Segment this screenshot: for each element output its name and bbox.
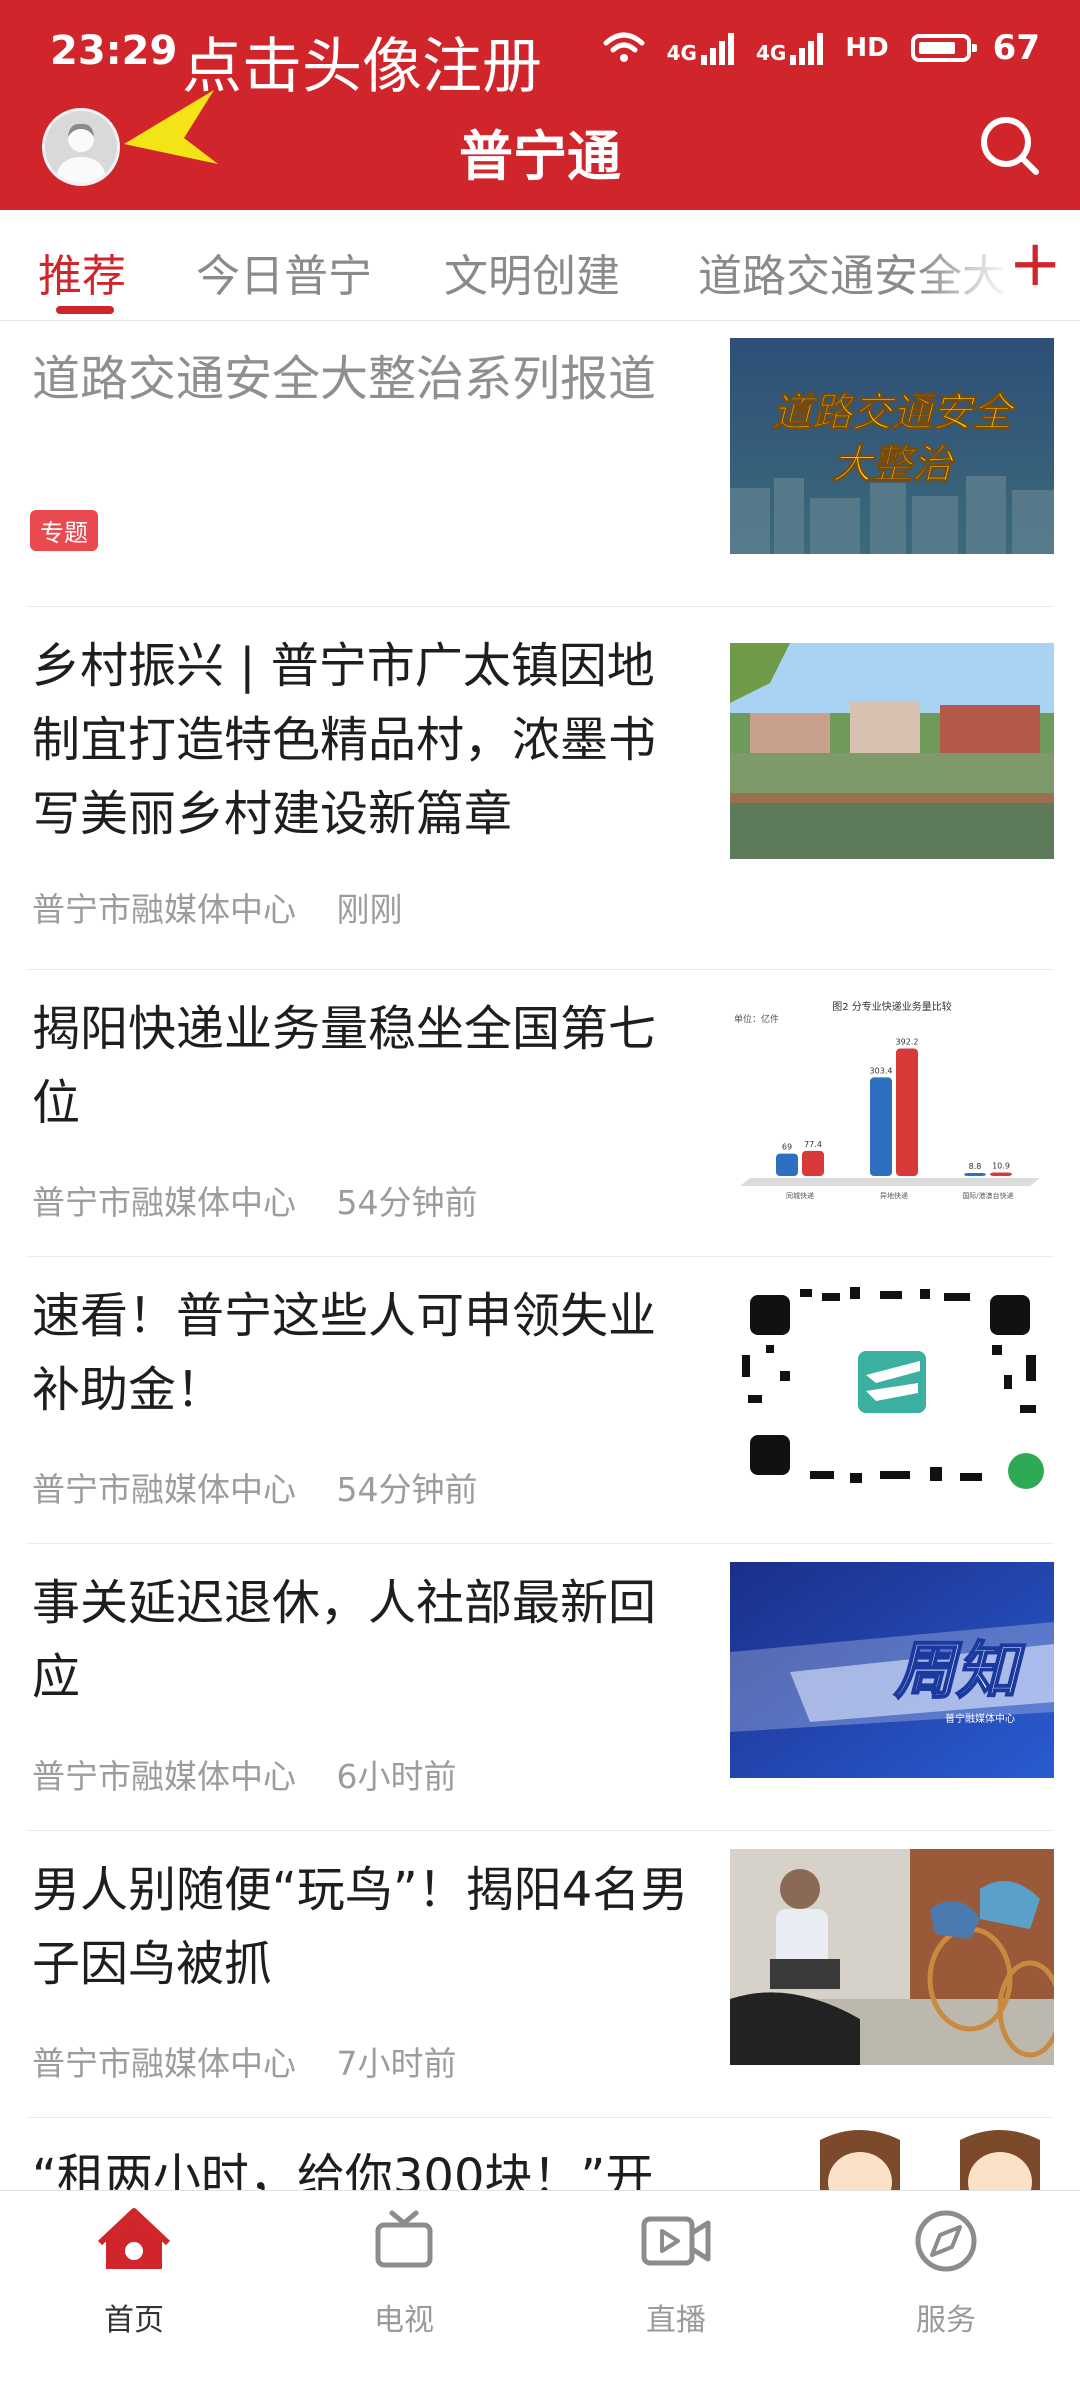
news-feed: 道路交通安全大整治系列报道 专题 道路交通安全 大整治 乡村振兴 | 普宁市广太… (0, 320, 1080, 2404)
list-item[interactable]: 速看！普宁这些人可申领失业补助金！ 普宁市融媒体中心 54分钟前 (26, 1257, 1054, 1544)
road-safety-banner-image: 道路交通安全 大整治 (730, 338, 1054, 554)
chart-bar (896, 1048, 918, 1176)
chart-floor (740, 1178, 1040, 1186)
nav-home-label: 首页 (104, 2303, 164, 2338)
banner-main-text: 周知 (893, 1634, 1026, 1707)
list-item[interactable]: 男人别随便“玩鸟”！揭阳4名男子因鸟被抓 普宁市融媒体中心 7小时前 (26, 1831, 1054, 2118)
list-item[interactable]: 乡村振兴 | 普宁市广太镇因地制宜打造特色精品村，浓墨书写美丽乡村建设新篇章 普… (26, 607, 1054, 970)
news-title: 男人别随便“玩鸟”！揭阳4名男子因鸟被抓 (32, 1862, 689, 1992)
signal-icon-2 (790, 31, 824, 65)
bottom-navigation: 首页 电视 直播 服务 (0, 2190, 1080, 2341)
nav-service[interactable]: 服务 (856, 2207, 1036, 2338)
chart-bar (990, 1172, 1012, 1176)
chart-value-label: 8.8 (969, 1162, 982, 1171)
news-thumbnail (730, 1849, 1054, 2065)
nav-tv-label: 电视 (374, 2303, 434, 2338)
nav-live[interactable]: 直播 (586, 2207, 766, 2338)
chart-title: 图2 分专业快递业务量比较 (832, 1000, 952, 1013)
news-meta: 普宁市融媒体中心 54分钟前 (32, 1176, 478, 1224)
express-volume-chart: 图2 分专业快递业务量比较 单位：亿件 69 77.4 同城快递 303.4 392.2… (734, 1000, 1040, 1200)
status-time: 23:29 (50, 28, 178, 74)
network-type-1: 4G (666, 41, 697, 65)
chart-bar (870, 1077, 892, 1176)
zhouzhi-banner-image: 周知 普宁融媒体中心 (730, 1562, 1054, 1778)
nav-service-label: 服务 (916, 2303, 976, 2338)
news-time: 54分钟前 (336, 1470, 478, 1509)
news-source: 普宁市融媒体中心 (32, 2044, 296, 2083)
tab-civilization[interactable]: 文明创建 (444, 240, 620, 304)
news-source: 普宁市融媒体中心 (32, 890, 296, 929)
channel-tabs: 推荐 今日普宁 文明创建 道路交通安全大 (0, 210, 1080, 321)
news-meta: 普宁市融媒体中心 刚刚 (32, 883, 403, 931)
wifi-icon (603, 32, 645, 62)
news-source: 普宁市融媒体中心 (32, 1470, 296, 1509)
add-channel-button[interactable]: + (1008, 232, 1062, 296)
news-title: 事关延迟退休，人社部最新回应 (32, 1575, 657, 1705)
list-item[interactable]: 揭阳快递业务量稳坐全国第七位 普宁市融媒体中心 54分钟前 图2 分专业快递业务… (26, 970, 1054, 1257)
news-time: 54分钟前 (336, 1183, 478, 1222)
news-title: 道路交通安全大整治系列报道 (32, 351, 657, 407)
chart-category-label: 异地快递 (880, 1191, 908, 1200)
news-thumbnail (730, 643, 1054, 859)
tv-icon (375, 2210, 433, 2268)
chart-value-label: 10.9 (992, 1161, 1010, 1170)
topic-badge: 专题 (30, 510, 98, 551)
compass-icon (915, 2210, 977, 2272)
chart-value-label: 69 (782, 1143, 792, 1152)
list-item[interactable]: 道路交通安全大整治系列报道 专题 道路交通安全 大整治 (26, 320, 1054, 607)
signal-icon (700, 31, 734, 65)
bird-cage-photo-image (730, 1849, 1054, 2065)
hd-indicator: HD (845, 33, 889, 63)
news-source: 普宁市融媒体中心 (32, 1183, 296, 1222)
news-title: 乡村振兴 | 普宁市广太镇因地制宜打造特色精品村，浓墨书写美丽乡村建设新篇章 (32, 638, 657, 842)
news-source: 普宁市融媒体中心 (32, 1757, 296, 1796)
list-item[interactable]: 事关延迟退休，人社部最新回应 普宁市融媒体中心 6小时前 周知 普宁融媒体中心 (26, 1544, 1054, 1831)
chart-category-label: 国际/港澳台快递 (962, 1191, 1013, 1200)
tabs-fade (920, 210, 1010, 318)
news-thumbnail: 图2 分专业快递业务量比较 单位：亿件 69 77.4 同城快递 303.4 392.2… (730, 988, 1054, 1204)
search-icon[interactable] (974, 110, 1044, 180)
news-title: 速看！普宁这些人可申领失业补助金！ (32, 1288, 657, 1418)
news-thumbnail: 周知 普宁融媒体中心 (730, 1562, 1054, 1778)
news-thumbnail: 道路交通安全 大整治 (730, 338, 1054, 554)
news-thumbnail (730, 1275, 1054, 1491)
news-meta: 普宁市融媒体中心 6小时前 (32, 1750, 457, 1798)
chart-bar (776, 1153, 798, 1176)
tab-recommend[interactable]: 推荐 (38, 240, 126, 304)
chart-value-label: 77.4 (804, 1140, 822, 1149)
nav-tv[interactable]: 电视 (314, 2207, 494, 2338)
status-icons: 4G 4G HD 67 (603, 28, 1040, 68)
chart-value-label: 303.4 (870, 1066, 893, 1075)
home-icon (97, 2208, 171, 2269)
nav-home[interactable]: 首页 (44, 2207, 224, 2338)
village-photo-image (730, 643, 1054, 859)
banner-sub-text: 普宁融媒体中心 (945, 1712, 1015, 1725)
nav-live-label: 直播 (646, 2303, 706, 2338)
news-meta: 普宁市融媒体中心 7小时前 (32, 2037, 457, 2085)
active-tab-indicator (56, 306, 114, 314)
chart-value-label: 392.2 (896, 1038, 919, 1047)
news-meta: 普宁市融媒体中心 54分钟前 (32, 1463, 478, 1511)
news-title: 揭阳快递业务量稳坐全国第七位 (32, 1001, 657, 1131)
live-video-icon (641, 2216, 711, 2266)
register-hint-annotation: 点击头像注册 (182, 32, 542, 102)
tab-today-puning[interactable]: 今日普宁 (196, 240, 372, 304)
chart-category-label: 同城快递 (786, 1191, 814, 1200)
app-header: 23:29 点击头像注册 4G 4G HD 67 普宁通 (0, 0, 1080, 210)
news-time: 6小时前 (336, 1757, 457, 1796)
qr-code-image (730, 1275, 1054, 1491)
news-time: 刚刚 (336, 890, 403, 929)
chart-bar (964, 1173, 986, 1176)
banner-text-line-1: 道路交通安全 (772, 390, 1017, 436)
network-type-2: 4G (755, 41, 787, 65)
chart-unit-label: 单位：亿件 (734, 1013, 779, 1025)
chart-bar (802, 1150, 824, 1176)
news-time: 7小时前 (336, 2044, 457, 2083)
app-title: 普宁通 (459, 125, 621, 188)
battery-level: 67 (992, 28, 1040, 68)
banner-text-line-2: 大整治 (832, 442, 955, 488)
battery-icon (910, 34, 977, 62)
